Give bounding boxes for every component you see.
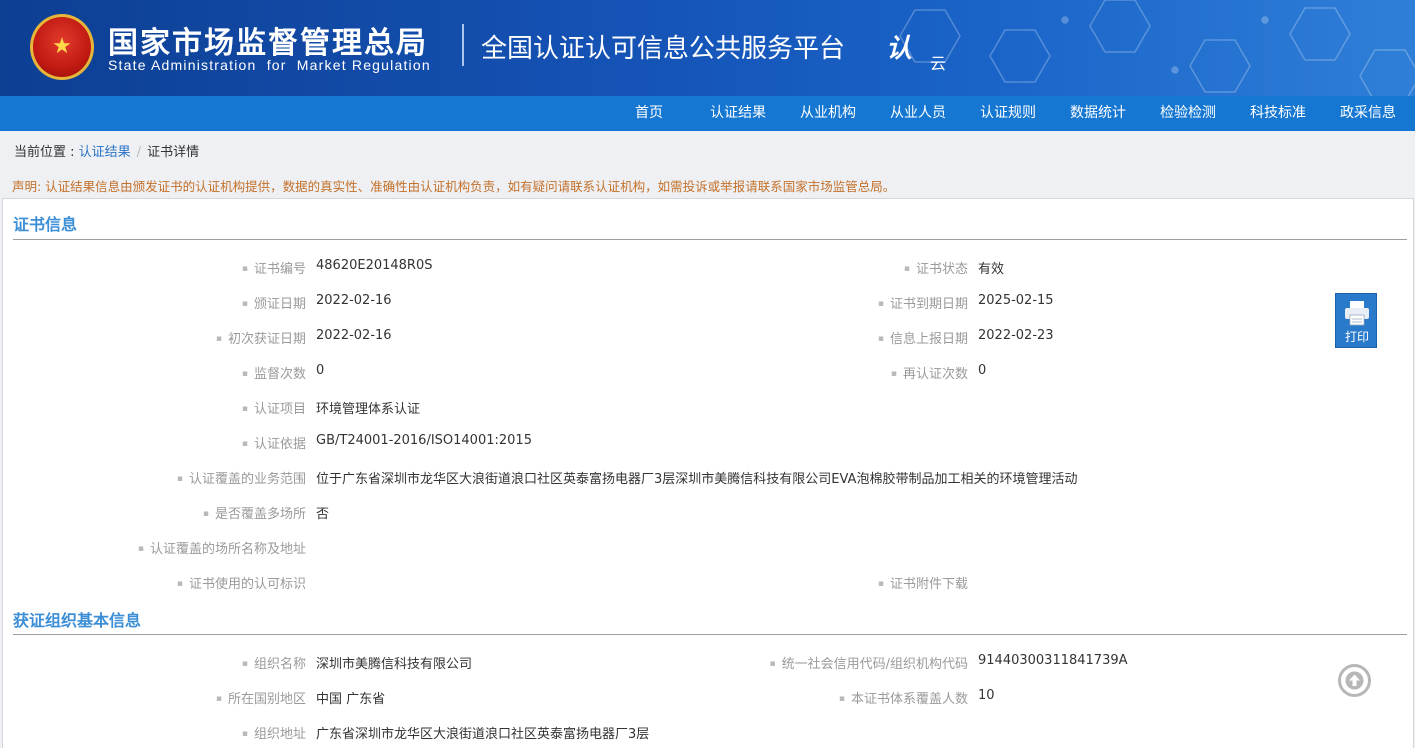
field-value-org-address: 广东省深圳市龙华区大浪街道浪口社区英泰富扬电器厂3层 bbox=[316, 727, 650, 742]
printer-icon bbox=[1345, 301, 1369, 326]
platform-title: 全国认证认可信息公共服务平台 bbox=[481, 34, 846, 64]
breadcrumb-prefix: 当前位置 : bbox=[14, 145, 79, 160]
field-value-cert-basis: GB/T24001-2016/ISO14001:2015 bbox=[316, 433, 532, 448]
header-banner: ★ 国家市场监督管理总局 State Administration for Ma… bbox=[0, 0, 1415, 96]
field-label-org-address: 组织地址 bbox=[242, 723, 306, 742]
section-divider bbox=[13, 239, 1407, 240]
field-label-org-name: 组织名称 bbox=[242, 653, 306, 672]
arrow-up-icon bbox=[1345, 671, 1364, 690]
field-label-expiry-date: 证书到期日期 bbox=[878, 293, 968, 312]
section-title-org-info: 获证组织基本信息 bbox=[13, 611, 142, 630]
field-label-cert-project: 认证项目 bbox=[242, 398, 306, 417]
field-label-covered-headcount: 本证书体系覆盖人数 bbox=[839, 688, 968, 707]
field-value-credit-code: 91440300311841739A bbox=[978, 653, 1128, 668]
field-label-credit-code: 统一社会信用代码/组织机构代码 bbox=[770, 653, 968, 672]
field-value-report-date: 2022-02-23 bbox=[978, 328, 1054, 343]
brand-divider bbox=[462, 24, 464, 66]
field-label-accreditation-mark: 证书使用的认可标识 bbox=[177, 573, 306, 592]
field-label-business-scope: 认证覆盖的业务范围 bbox=[177, 468, 306, 487]
field-value-cert-project: 环境管理体系认证 bbox=[316, 402, 421, 417]
field-label-region: 所在国别地区 bbox=[216, 688, 306, 707]
field-label-multi-site: 是否覆盖多场所 bbox=[203, 503, 306, 522]
nav-personnel[interactable]: 从业人员 bbox=[890, 96, 946, 131]
platform-logo-yun: 云 bbox=[930, 54, 947, 73]
certificate-detail-panel: 证书信息 证书编号 48620E20148R0S 证书状态 有效 颁证日期 20… bbox=[2, 198, 1414, 748]
nav-statistics[interactable]: 数据统计 bbox=[1070, 96, 1126, 131]
breadcrumb-separator: / bbox=[136, 145, 142, 160]
field-label-report-date: 信息上报日期 bbox=[878, 328, 968, 347]
field-value-issue-date: 2022-02-16 bbox=[316, 293, 392, 308]
field-value-first-issue-date: 2022-02-16 bbox=[316, 328, 392, 343]
nav-home[interactable]: 首页 bbox=[635, 96, 663, 131]
print-label: 打印 bbox=[1344, 330, 1369, 344]
field-label-cert-number: 证书编号 bbox=[242, 258, 306, 277]
nav-institutions[interactable]: 从业机构 bbox=[800, 96, 856, 131]
field-label-cert-basis: 认证依据 bbox=[242, 433, 306, 452]
field-value-supervision-count: 0 bbox=[316, 363, 325, 378]
section-title-cert-info: 证书信息 bbox=[13, 215, 78, 234]
field-value-cert-status: 有效 bbox=[978, 262, 1005, 277]
national-emblem-logo: ★ bbox=[30, 14, 94, 80]
field-value-recert-count: 0 bbox=[978, 363, 987, 378]
field-label-recert-count: 再认证次数 bbox=[891, 363, 968, 382]
nav-cert-results[interactable]: 认证结果 bbox=[710, 96, 766, 131]
field-label-cert-status: 证书状态 bbox=[904, 258, 968, 277]
print-button[interactable]: 打印 bbox=[1335, 293, 1377, 348]
star-icon: ★ bbox=[52, 34, 72, 59]
field-value-expiry-date: 2025-02-15 bbox=[978, 293, 1054, 308]
field-value-business-scope: 位于广东省深圳市龙华区大浪街道浪口社区英泰富扬电器厂3层深圳市美腾信科技有限公司… bbox=[316, 472, 1078, 487]
main-nav: 首页 认证结果 从业机构 从业人员 认证规则 数据统计 检验检测 科技标准 政采… bbox=[0, 96, 1415, 131]
breadcrumb: 当前位置 : 认证结果 / 证书详情 bbox=[14, 141, 199, 160]
nav-procurement[interactable]: 政采信息 bbox=[1340, 96, 1396, 131]
field-label-site-names: 认证覆盖的场所名称及地址 bbox=[138, 538, 306, 557]
nav-inspection[interactable]: 检验检测 bbox=[1160, 96, 1216, 131]
field-label-issue-date: 颁证日期 bbox=[242, 293, 306, 312]
platform-logo-ren: 认 bbox=[886, 34, 913, 64]
nav-cert-rules[interactable]: 认证规则 bbox=[980, 96, 1036, 131]
field-value-multi-site: 否 bbox=[316, 507, 330, 522]
breadcrumb-current: 证书详情 bbox=[147, 145, 200, 160]
disclaimer-notice: 声明: 认证结果信息由颁发证书的认证机构提供，数据的真实性、准确性由认证机构负责… bbox=[12, 179, 896, 194]
field-value-cert-number: 48620E20148R0S bbox=[316, 258, 433, 273]
field-value-region: 中国 广东省 bbox=[316, 692, 386, 707]
brand-title: 国家市场监督管理总局 bbox=[108, 26, 428, 61]
back-to-top-button[interactable] bbox=[1338, 664, 1371, 697]
section-divider bbox=[13, 634, 1407, 635]
nav-tech-standards[interactable]: 科技标准 bbox=[1250, 96, 1306, 131]
hexagon-pattern-decoration bbox=[899, 0, 1415, 96]
field-label-supervision-count: 监督次数 bbox=[242, 363, 306, 382]
breadcrumb-link-cert-results[interactable]: 认证结果 bbox=[79, 145, 131, 160]
brand-subtitle: State Administration for Market Regulati… bbox=[108, 57, 431, 73]
field-label-first-issue-date: 初次获证日期 bbox=[216, 328, 306, 347]
field-label-attachment-download: 证书附件下载 bbox=[878, 573, 968, 592]
field-value-covered-headcount: 10 bbox=[978, 688, 995, 703]
field-value-org-name: 深圳市美腾信科技有限公司 bbox=[316, 657, 473, 672]
